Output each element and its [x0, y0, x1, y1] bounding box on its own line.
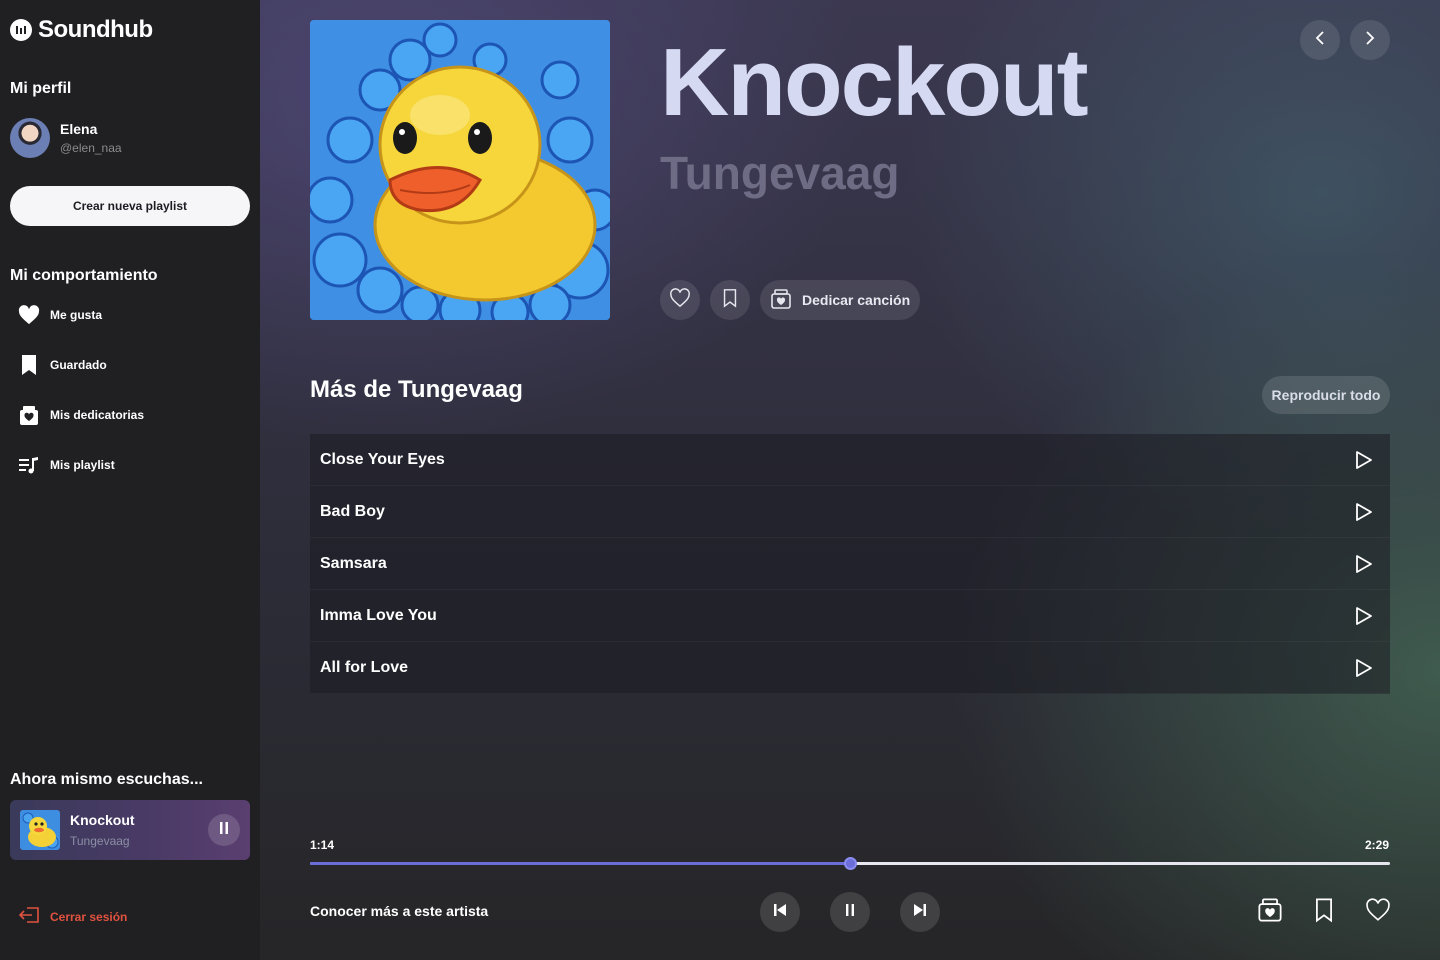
pause-icon — [219, 821, 229, 839]
chevron-left-icon — [1313, 30, 1327, 51]
chevron-right-icon — [1363, 30, 1377, 51]
progress-handle[interactable] — [844, 857, 857, 870]
play-icon[interactable] — [1348, 548, 1380, 580]
dedicate-button[interactable] — [1254, 896, 1286, 928]
track-row[interactable]: Close Your Eyes — [310, 434, 1390, 486]
bookmark-icon — [18, 354, 40, 376]
previous-button[interactable] — [760, 892, 800, 932]
app-name: Soundhub — [38, 16, 153, 43]
play-icon[interactable] — [1348, 496, 1380, 528]
behavior-heading: Mi comportamiento — [10, 267, 158, 284]
track-title: Close Your Eyes — [320, 450, 445, 468]
sidebar-item-label: Me gusta — [50, 308, 103, 322]
sidebar-item-dedications[interactable]: Mis dedicatorias — [18, 400, 144, 430]
track-row[interactable]: All for Love — [310, 642, 1390, 694]
skip-back-icon — [772, 902, 788, 923]
album-cover — [310, 20, 610, 320]
save-button[interactable] — [710, 280, 750, 320]
progress-bar[interactable] — [310, 857, 1390, 870]
total-time: 2:29 — [1365, 838, 1390, 852]
sidebar-item-likes[interactable]: Me gusta — [18, 300, 102, 330]
profile-name: Elena — [60, 121, 98, 137]
more-from-artist-heading: Más de Tungevaag — [310, 376, 523, 403]
bookmark-button[interactable] — [1308, 896, 1340, 928]
back-button[interactable] — [1300, 20, 1340, 60]
heart-outline-icon — [669, 287, 691, 313]
now-listening-heading: Ahora mismo escuchas... — [10, 771, 203, 788]
forward-button[interactable] — [1350, 20, 1390, 60]
play-all-button[interactable]: Reproducir todo — [1262, 376, 1390, 414]
pause-button[interactable] — [830, 892, 870, 932]
now-playing-pause-button[interactable] — [208, 814, 240, 846]
logout-label: Cerrar sesión — [50, 909, 128, 924]
heart-button[interactable] — [1362, 896, 1394, 928]
play-icon[interactable] — [1348, 600, 1380, 632]
sidebar-item-saved[interactable]: Guardado — [18, 350, 107, 380]
track-row[interactable]: Bad Boy — [310, 486, 1390, 538]
create-playlist-button[interactable]: Crear nueva playlist — [10, 186, 250, 226]
logo-icon — [10, 19, 32, 41]
next-button[interactable] — [900, 892, 940, 932]
sidebar-item-label: Mis dedicatorias — [50, 408, 145, 422]
skip-forward-icon — [912, 902, 928, 923]
track-row[interactable]: Samsara — [310, 538, 1390, 590]
gift-box-icon — [1257, 897, 1283, 928]
progress-fill — [310, 862, 850, 865]
now-playing-cover — [20, 810, 60, 850]
sidebar-item-playlists[interactable]: Mis playlist — [18, 450, 115, 480]
track-list: Close Your Eyes Bad Boy Samsara Imma Lov… — [310, 434, 1390, 694]
dedicate-song-label: Dedicar canción — [802, 292, 911, 308]
playlist-icon — [18, 454, 40, 476]
play-icon[interactable] — [1348, 652, 1380, 684]
play-icon[interactable] — [1348, 444, 1380, 476]
logout-icon — [18, 906, 40, 927]
bookmark-outline-icon — [1314, 897, 1334, 928]
bookmark-outline-icon — [722, 288, 738, 313]
heart-outline-icon — [1365, 897, 1391, 927]
heart-icon — [18, 304, 40, 326]
sidebar-item-label: Guardado — [50, 358, 107, 372]
profile-heading: Mi perfil — [10, 80, 72, 97]
track-title: Samsara — [320, 554, 387, 572]
avatar — [10, 118, 50, 158]
logo[interactable]: Soundhub — [10, 16, 153, 44]
artist-info-link[interactable]: Conocer más a este artista — [310, 903, 488, 919]
track-title: All for Love — [320, 658, 409, 676]
profile-card[interactable]: Elena @elen_naa — [10, 118, 122, 158]
now-playing-card[interactable]: Knockout Tungevaag — [10, 800, 250, 860]
now-playing-artist: Tungevaag — [70, 834, 130, 848]
track-title: Bad Boy — [320, 502, 385, 520]
song-artist[interactable]: Tungevaag — [660, 148, 899, 199]
sidebar-item-label: Mis playlist — [50, 458, 115, 472]
profile-handle: @elen_naa — [60, 141, 122, 155]
like-button[interactable] — [660, 280, 700, 320]
gift-box-icon — [18, 404, 40, 426]
track-row[interactable]: Imma Love You — [310, 590, 1390, 642]
song-title: Knockout — [660, 29, 1089, 136]
current-time: 1:14 — [310, 838, 335, 852]
now-playing-title: Knockout — [70, 812, 135, 828]
sidebar: Soundhub Mi perfil Elena @elen_naa Crear… — [0, 0, 260, 960]
gift-box-icon — [770, 288, 792, 313]
main-content: Knockout Tungevaag Dedicar canción Más d… — [260, 0, 1440, 960]
track-title: Imma Love You — [320, 606, 437, 624]
pause-icon — [845, 903, 855, 922]
logout-button[interactable]: Cerrar sesión — [18, 906, 127, 927]
dedicate-song-button[interactable]: Dedicar canción — [760, 280, 921, 320]
